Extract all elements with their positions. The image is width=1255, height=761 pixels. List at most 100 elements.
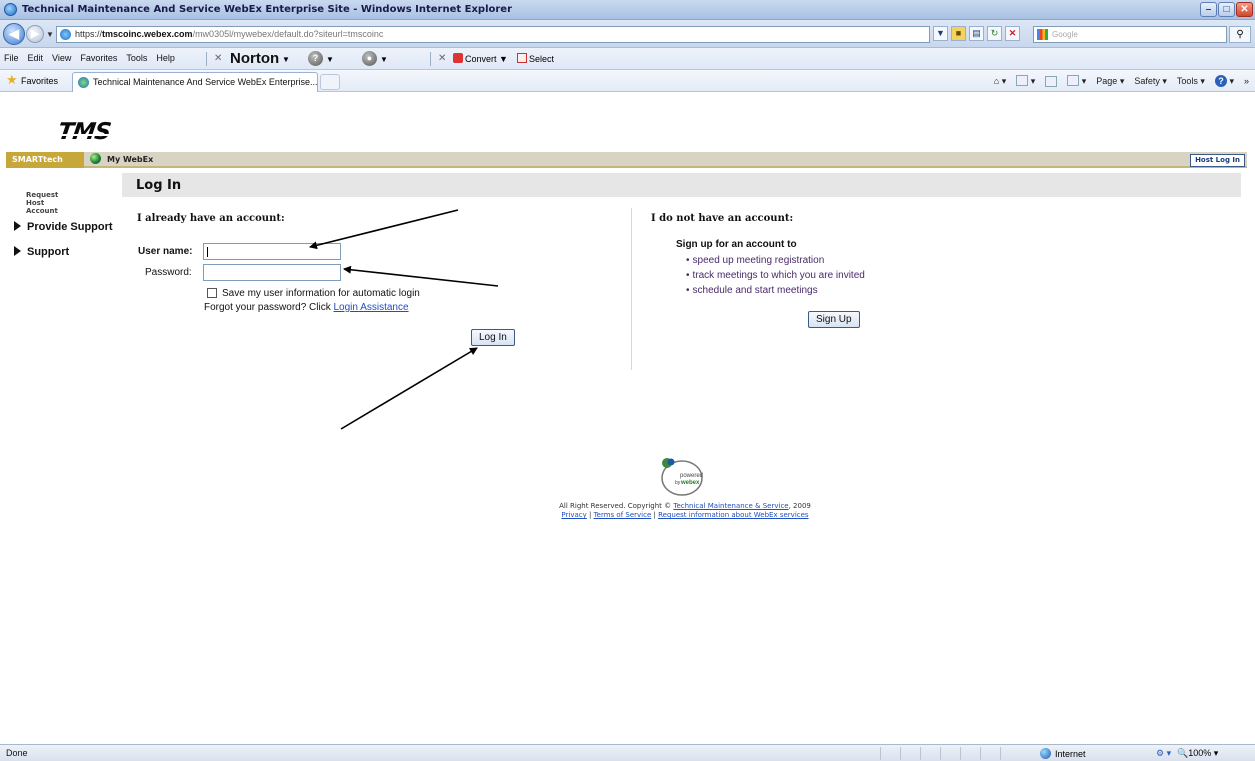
password-input[interactable]: [204, 265, 340, 280]
host-login-button[interactable]: Host Log In: [1190, 154, 1245, 167]
protected-mode-icon[interactable]: ⚙ ▾: [1156, 748, 1171, 759]
request-host-account-link[interactable]: Request Host Account: [26, 191, 76, 215]
help-icon: ?: [1214, 75, 1227, 87]
compatibility-icon[interactable]: ▤: [969, 26, 984, 41]
zoom-level[interactable]: 🔍100% ▾: [1177, 748, 1218, 759]
remember-checkbox[interactable]: [207, 288, 217, 298]
page-header: Log In: [122, 173, 1241, 197]
search-input[interactable]: Google: [1033, 26, 1227, 43]
identity-dropdown-icon[interactable]: ▼: [380, 55, 388, 64]
close-toolbar-icon[interactable]: ✕: [214, 53, 222, 64]
internet-globe-icon: [1040, 748, 1051, 759]
refresh-icon[interactable]: ↻: [987, 26, 1002, 41]
security-zone[interactable]: Internet: [1040, 748, 1086, 759]
login-assistance-link[interactable]: Login Assistance: [334, 302, 409, 313]
status-cells: [880, 747, 1020, 760]
close-button[interactable]: ✕: [1236, 2, 1253, 17]
username-input[interactable]: [204, 244, 340, 259]
feeds-button[interactable]: ▾: [1016, 75, 1035, 87]
convert-button[interactable]: Convert ▼: [453, 53, 508, 64]
stop-icon[interactable]: ✕: [1005, 26, 1020, 41]
favorites-label[interactable]: Favorites: [21, 76, 58, 86]
home-button[interactable]: ⌂ ▾: [994, 76, 1006, 87]
norton-identity-icon[interactable]: ●: [362, 51, 377, 66]
close-toolbar-icon[interactable]: ✕: [438, 53, 446, 64]
norton-dropdown-icon[interactable]: ▼: [282, 55, 290, 64]
ie-logo-icon: [4, 3, 17, 16]
company-link[interactable]: Technical Maintenance & Service: [673, 502, 788, 510]
signup-heading: Sign up for an account to: [676, 239, 797, 250]
page-content: TMS SMARTtech My WebEx Host Log In Log I…: [0, 93, 1255, 744]
svg-text:powered: powered: [680, 473, 703, 479]
menu-edit[interactable]: Edit: [28, 53, 44, 63]
tms-logo: TMS: [56, 119, 112, 145]
history-dropdown-icon[interactable]: ▼: [46, 30, 54, 39]
menu-help[interactable]: Help: [156, 53, 175, 63]
page-menu[interactable]: Page ▾: [1096, 76, 1124, 87]
password-label: Password:: [145, 267, 192, 278]
maximize-button[interactable]: □: [1218, 2, 1235, 17]
search-placeholder: Google: [1052, 30, 1078, 39]
safety-menu[interactable]: Safety ▾: [1134, 76, 1167, 87]
select-button[interactable]: Select: [517, 53, 554, 64]
privacy-link[interactable]: Privacy: [561, 511, 586, 519]
address-tools: ▼ ■ ▤ ↻ ✕: [933, 26, 1020, 41]
browser-tab[interactable]: Technical Maintenance And Service WebEx …: [72, 72, 318, 92]
minimize-button[interactable]: –: [1200, 2, 1217, 17]
signup-button[interactable]: Sign Up: [808, 311, 860, 328]
site-icon: [60, 29, 71, 40]
username-label: User name:: [138, 246, 193, 257]
sidebar: Request Host Account Provide Support Sup…: [14, 191, 124, 258]
svg-text:webex: webex: [680, 480, 700, 486]
menu-bar: File Edit View Favorites Tools Help ✕ No…: [0, 48, 1255, 70]
arrow-to-password: [343, 265, 499, 287]
sidebar-item-support[interactable]: Support: [14, 246, 124, 258]
favorites-bar: ★ Favorites Technical Maintenance And Se…: [0, 70, 1255, 92]
menu-tools[interactable]: Tools: [126, 53, 147, 63]
toolbar-separator: [206, 52, 207, 66]
signup-benefits-list: speed up meeting registration track meet…: [686, 253, 865, 298]
status-text: Done: [6, 748, 28, 758]
new-tab-button[interactable]: [320, 74, 340, 90]
nav-smarttech[interactable]: SMARTtech: [6, 152, 84, 168]
menu-view[interactable]: View: [52, 53, 71, 63]
list-item: track meetings to which you are invited: [686, 268, 865, 283]
help-menu[interactable]: ? ▾: [1214, 75, 1234, 87]
favorites-star-icon[interactable]: ★: [6, 73, 18, 87]
google-icon: [1037, 29, 1048, 40]
menu-file[interactable]: File: [4, 53, 19, 63]
svg-text:by: by: [675, 480, 681, 486]
pdf-convert-icon: [453, 53, 463, 63]
forgot-password-text: Forgot your password? Click Login Assist…: [204, 302, 409, 313]
menu-favorites[interactable]: Favorites: [80, 53, 117, 63]
have-account-heading: I already have an account:: [137, 213, 285, 224]
lock-icon[interactable]: ■: [951, 26, 966, 41]
window-titlebar: Technical Maintenance And Service WebEx …: [0, 0, 1255, 20]
norton-security-icon[interactable]: ?: [308, 51, 323, 66]
login-button[interactable]: Log In: [471, 329, 515, 346]
feeds-icon: [1016, 75, 1029, 86]
window-controls: – □ ✕: [1200, 2, 1253, 17]
terms-link[interactable]: Terms of Service: [594, 511, 652, 519]
section-divider: [631, 208, 632, 370]
forward-button[interactable]: ▶: [26, 25, 44, 43]
search-button[interactable]: ⚲: [1229, 26, 1251, 43]
address-dropdown-icon[interactable]: ▼: [933, 26, 948, 41]
back-button[interactable]: ◀: [3, 23, 25, 45]
nav-mywebex[interactable]: My WebEx: [90, 152, 153, 168]
print-button[interactable]: ▾: [1067, 75, 1086, 87]
page-title: Log In: [136, 178, 182, 193]
copyright-line: All Right Reserved. Copyright © Technica…: [559, 502, 811, 510]
sidebar-item-provide-support[interactable]: Provide Support: [14, 221, 124, 233]
username-field[interactable]: [203, 243, 341, 260]
password-field[interactable]: [203, 264, 341, 281]
security-dropdown-icon[interactable]: ▼: [326, 55, 334, 64]
request-info-link[interactable]: Request information about WebEx services: [658, 511, 808, 519]
print-icon: [1067, 75, 1080, 86]
tools-menu[interactable]: Tools ▾: [1177, 76, 1205, 87]
mail-button[interactable]: [1045, 75, 1058, 87]
norton-logo[interactable]: Norton: [230, 50, 279, 67]
address-bar[interactable]: https://tmscoinc.webex.com/mw0305l/myweb…: [56, 26, 930, 43]
status-bar: Done Internet ⚙ ▾ 🔍100% ▾: [0, 744, 1255, 761]
more-icon[interactable]: »: [1244, 76, 1249, 86]
